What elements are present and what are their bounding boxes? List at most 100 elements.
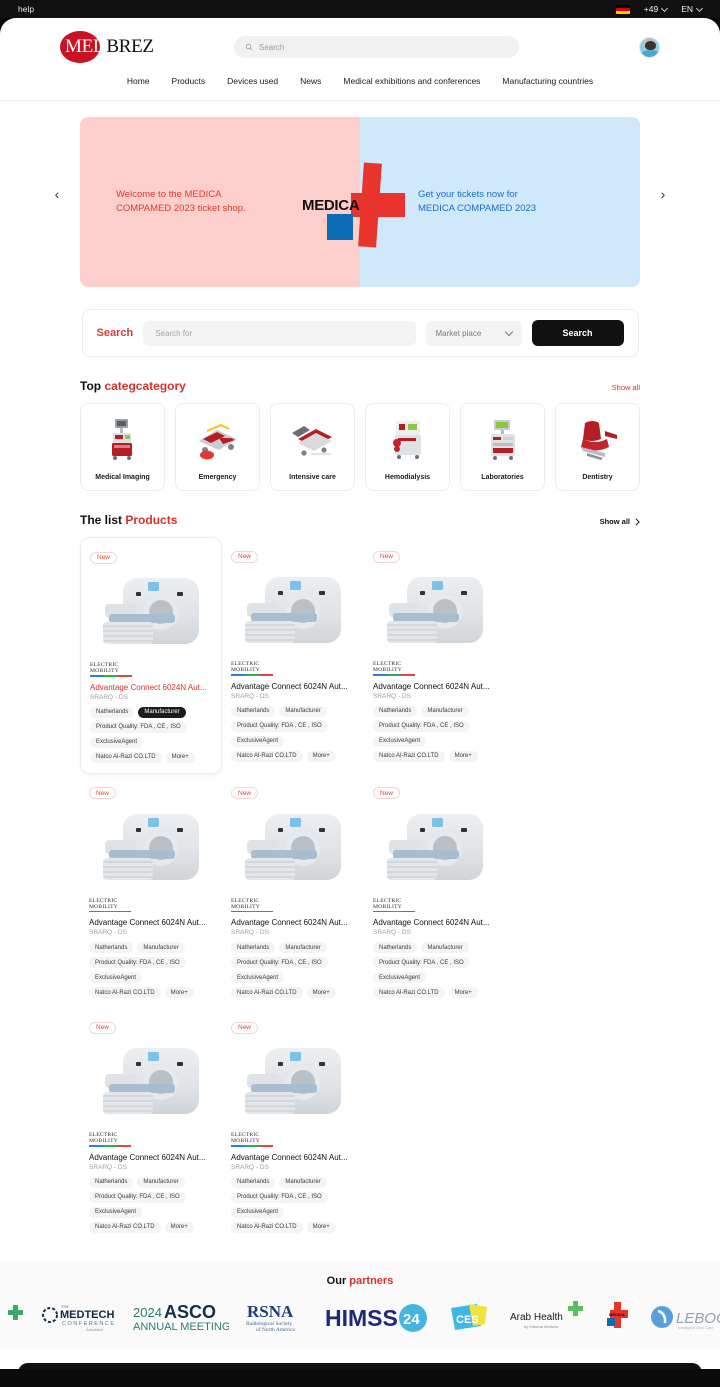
partner-logo-arab-health[interactable]: Arab Health by Informa Markets <box>508 1297 586 1337</box>
product-chip[interactable]: Manufacturer <box>279 942 327 954</box>
product-title[interactable]: Advantage Connect 6024N Aut... <box>231 1153 355 1162</box>
product-chip[interactable]: Manufacturer <box>279 705 327 717</box>
help-link[interactable]: help <box>18 4 34 14</box>
nav-item-news[interactable]: News <box>300 76 321 86</box>
partner-logo-medica[interactable]: MEDICA <box>600 1297 636 1337</box>
product-card[interactable]: New ELECTRIC MOBILITY Advantage Connect … <box>80 1008 222 1243</box>
product-title[interactable]: Advantage Connect 6024N Aut... <box>90 683 212 692</box>
partner-logo-ces[interactable]: CES <box>447 1297 493 1337</box>
carousel-next-button[interactable]: › <box>654 185 672 203</box>
product-chip[interactable]: ExclusiveAgent <box>373 972 427 984</box>
hero-banner[interactable]: Welcome to the MEDICA COMPAMED 2023 tick… <box>80 117 640 287</box>
product-title[interactable]: Advantage Connect 6024N Aut... <box>373 682 497 691</box>
site-logo[interactable]: MEDBREZ <box>60 30 154 64</box>
product-title[interactable]: Advantage Connect 6024N Aut... <box>231 682 355 691</box>
search-button[interactable]: Search <box>531 320 624 346</box>
product-chip[interactable]: More+ <box>164 1221 194 1233</box>
product-chip[interactable]: Product Quality: FDA , CE , ISO <box>231 957 328 969</box>
product-chip[interactable]: Natco Al-Razi CO.LTD <box>231 750 303 762</box>
product-chip[interactable]: More+ <box>306 750 336 762</box>
product-chip[interactable]: Product Quality: FDA , CE , ISO <box>373 720 470 732</box>
category-card-emergency[interactable]: Emergency <box>175 403 260 491</box>
partner-logo-cut-left[interactable]: E <box>0 1297 26 1337</box>
product-chip[interactable]: Manufacturer <box>137 942 185 954</box>
category-card-dentistry[interactable]: Dentistry <box>555 403 640 491</box>
category-card-laboratories[interactable]: Laboratories <box>460 403 545 491</box>
product-title[interactable]: Advantage Connect 6024N Aut... <box>231 918 355 927</box>
product-chip[interactable]: Natherlands <box>89 1176 134 1188</box>
product-chip[interactable]: More+ <box>164 987 194 999</box>
nav-item-manufacturing-countries[interactable]: Manufacturing countries <box>502 76 593 86</box>
product-chip[interactable]: More+ <box>165 751 195 763</box>
product-chip[interactable]: Natherlands <box>89 942 134 954</box>
product-chip[interactable]: ExclusiveAgent <box>231 735 285 747</box>
nav-item-devices-used[interactable]: Devices used <box>227 76 278 86</box>
product-card[interactable]: New ELECTRIC MOBILITY Advantage Connect … <box>364 537 506 774</box>
product-chip[interactable]: Product Quality: FDA , CE , ISO <box>89 957 186 969</box>
product-chip[interactable]: Natherlands <box>231 942 276 954</box>
product-chip[interactable]: Natco Al-Razi CO.LTD <box>373 750 445 762</box>
product-chip[interactable]: Natco Al-Razi CO.LTD <box>373 987 445 999</box>
product-chip[interactable]: Product Quality: FDA , CE , ISO <box>373 957 470 969</box>
partner-logo-himss24[interactable]: HIMSS 24 <box>325 1297 433 1337</box>
product-chip[interactable]: Natherlands <box>373 942 418 954</box>
product-chip[interactable]: Natherlands <box>231 705 276 717</box>
product-chip[interactable]: Product Quality: FDA , CE , ISO <box>90 721 187 733</box>
partner-logo-lebooo[interactable]: LEBOO Intelligent Oral Care <box>650 1297 720 1337</box>
product-card[interactable]: New ELECTRIC MOBILITY Advantage Connect … <box>222 774 364 1009</box>
product-chip[interactable]: ExclusiveAgent <box>231 1206 285 1218</box>
product-chip[interactable]: More+ <box>306 987 336 999</box>
nav-item-home[interactable]: Home <box>127 76 150 86</box>
product-card[interactable]: New ELECTRIC MOBILITY Advantage Connect … <box>80 537 222 774</box>
product-chip[interactable]: Manufacturer <box>137 1176 185 1188</box>
search-input[interactable]: Search for <box>143 320 416 346</box>
partner-logo-medtech-conference[interactable]: THE MEDTECH CONFERENCE AdvaMed <box>40 1297 118 1337</box>
product-chip[interactable]: More+ <box>306 1221 336 1233</box>
category-card-intensive-care[interactable]: Intensive care <box>270 403 355 491</box>
product-chip[interactable]: Natco Al-Razi CO.LTD <box>231 987 303 999</box>
products-show-all[interactable]: Show all <box>600 517 640 526</box>
product-chip[interactable]: Manufacturer <box>421 942 469 954</box>
product-title[interactable]: Advantage Connect 6024N Aut... <box>89 1153 213 1162</box>
product-chip[interactable]: Manufacturer <box>138 706 186 718</box>
partner-logo-asco[interactable]: 2024 ASCO ANNUAL MEETING <box>133 1297 229 1337</box>
product-card[interactable]: New ELECTRIC MOBILITY Advantage Connect … <box>80 774 222 1009</box>
product-card[interactable]: New ELECTRIC MOBILITY Advantage Connect … <box>364 774 506 1009</box>
product-chip[interactable]: ExclusiveAgent <box>89 1206 143 1218</box>
product-chip[interactable]: Product Quality: FDA , CE , ISO <box>231 720 328 732</box>
nav-item-products[interactable]: Products <box>172 76 206 86</box>
carousel-prev-button[interactable]: ‹ <box>48 185 66 203</box>
partner-logo-rsna[interactable]: RSNA Radiological Society of North Ameri… <box>243 1297 311 1337</box>
language-selector[interactable]: EN <box>681 4 704 14</box>
header-search-input[interactable]: Search <box>234 36 519 58</box>
category-card-hemodialysis[interactable]: Hemodialysis <box>365 403 450 491</box>
avatar[interactable] <box>639 36 660 58</box>
marketplace-select[interactable]: Market place <box>425 320 522 346</box>
product-chip[interactable]: More+ <box>448 987 478 999</box>
product-chip[interactable]: Manufacturer <box>279 1176 327 1188</box>
product-chip[interactable]: ExclusiveAgent <box>89 972 143 984</box>
product-chip[interactable]: Natherlands <box>90 706 135 718</box>
product-chip[interactable]: Manufacturer <box>421 705 469 717</box>
product-chip[interactable]: ExclusiveAgent <box>373 735 427 747</box>
product-chip[interactable]: Natco Al-Razi CO.LTD <box>90 751 162 763</box>
product-title[interactable]: Advantage Connect 6024N Aut... <box>89 918 213 927</box>
product-chip[interactable]: Natco Al-Razi CO.LTD <box>89 987 161 999</box>
product-card[interactable]: New ELECTRIC MOBILITY Advantage Connect … <box>222 1008 364 1243</box>
product-chip[interactable]: Natco Al-Razi CO.LTD <box>231 1221 303 1233</box>
product-chip[interactable]: Natherlands <box>231 1176 276 1188</box>
product-title[interactable]: Advantage Connect 6024N Aut... <box>373 918 497 927</box>
product-chip[interactable]: ExclusiveAgent <box>90 736 144 748</box>
product-chip-list: Natherlands Manufacturer Product Quality: … <box>89 1176 213 1233</box>
product-chip[interactable]: More+ <box>448 750 478 762</box>
product-chip[interactable]: ExclusiveAgent <box>231 972 285 984</box>
nav-item-exhibitions[interactable]: Medical exhibitions and conferences <box>343 76 480 86</box>
category-card-medical-imaging[interactable]: Medical Imaging <box>80 403 165 491</box>
product-card[interactable]: New ELECTRIC MOBILITY Advantage Connect … <box>222 537 364 774</box>
product-chip[interactable]: Product Quality: FDA , CE , ISO <box>89 1191 186 1203</box>
categories-show-all[interactable]: Show all <box>612 383 640 392</box>
phone-code-selector[interactable]: +49 <box>644 4 669 14</box>
product-chip[interactable]: Natherlands <box>373 705 418 717</box>
product-chip[interactable]: Product Quality: FDA , CE , ISO <box>231 1191 328 1203</box>
product-chip[interactable]: Natco Al-Razi CO.LTD <box>89 1221 161 1233</box>
